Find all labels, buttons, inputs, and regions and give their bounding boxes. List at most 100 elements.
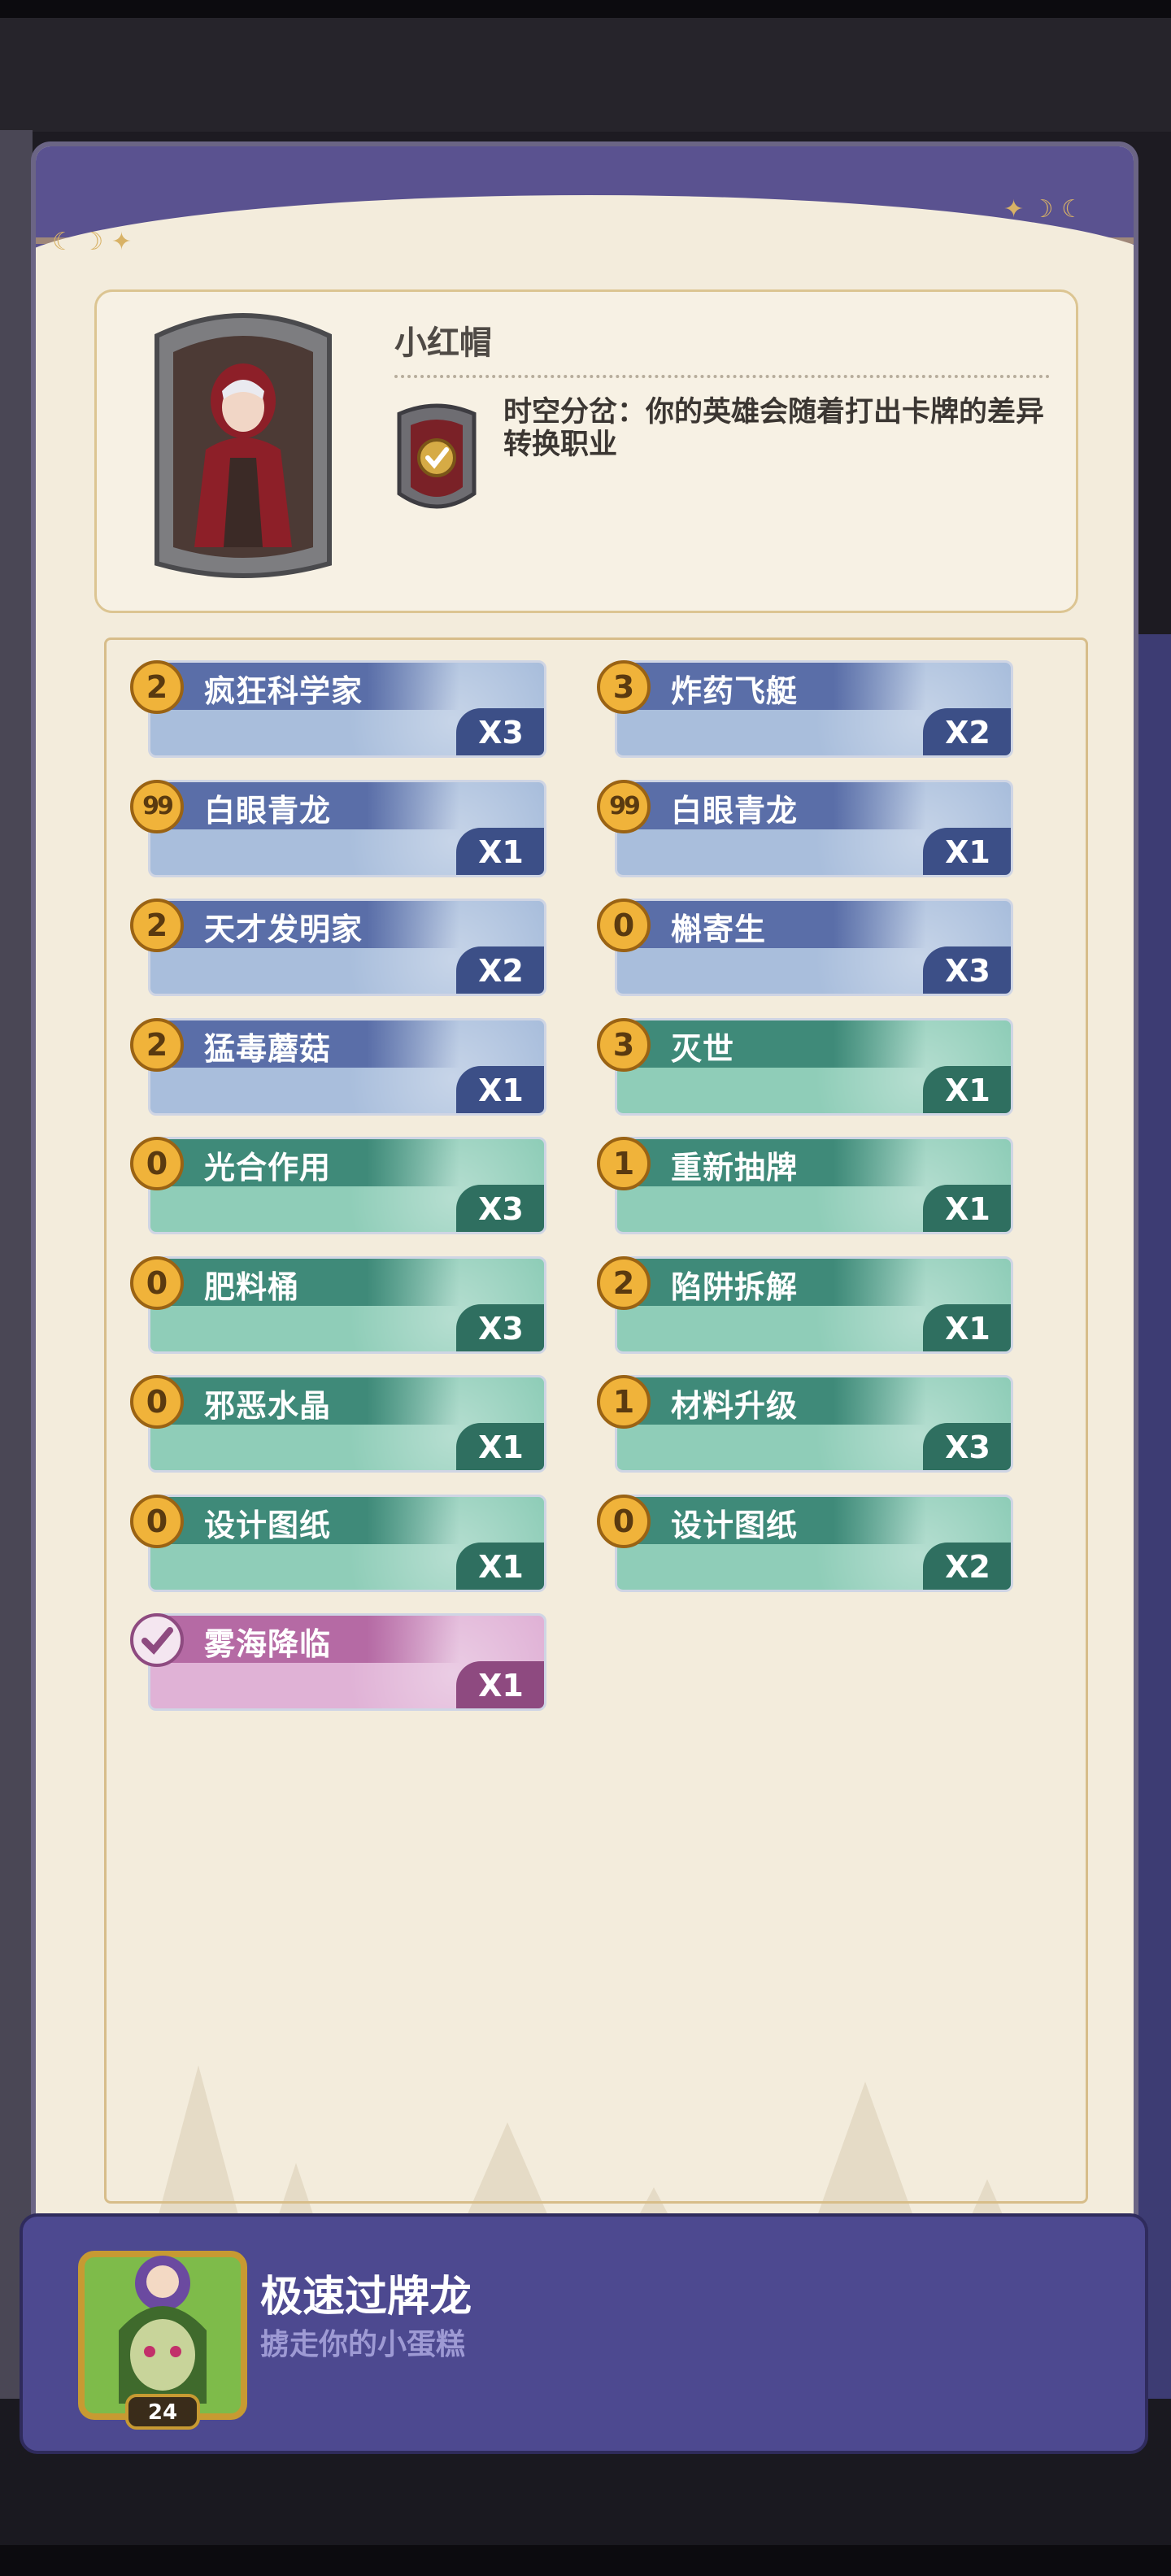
card-count: X2 (923, 708, 1011, 755)
card-cost: 0 (130, 1137, 184, 1190)
card-cost: 0 (597, 1494, 651, 1548)
deck-card[interactable]: 邪恶水晶 X1 0 (130, 1375, 548, 1473)
card-frame: 设计图纸 X1 (148, 1494, 546, 1592)
nav-bar (0, 2545, 1171, 2576)
card-frame: 白眼青龙 X1 (148, 779, 546, 877)
deck-name: 极速过牌龙 (260, 2273, 472, 2321)
deck-card[interactable]: 天才发明家 X2 2 (130, 899, 548, 996)
card-cost: 0 (597, 899, 651, 952)
card-name: 槲寄生 (671, 912, 767, 947)
card-name: 邪恶水晶 (204, 1388, 332, 1424)
card-type-check-icon (130, 1613, 184, 1667)
moon-ornament-icon: ✦ ☽ ☾ (1003, 195, 1083, 224)
deck-card[interactable]: 炸药飞艇 X2 3 (597, 660, 1015, 758)
deck-avatar[interactable]: 24 (70, 2233, 257, 2436)
card-frame: 灭世 X1 (615, 1017, 1013, 1116)
card-count: X1 (923, 1303, 1011, 1351)
card-frame: 疯狂科学家 X3 (148, 660, 546, 758)
deck-card[interactable]: 陷阱拆解 X1 2 (597, 1255, 1015, 1354)
card-name: 光合作用 (204, 1150, 332, 1186)
deck-card[interactable]: 重新抽牌 X1 1 (597, 1137, 1015, 1234)
card-count: X1 (456, 1661, 544, 1708)
deck-card[interactable]: 灭世 X1 3 (597, 1017, 1015, 1116)
deck-footer[interactable]: 24 极速过牌龙 掳走你的小蛋糕 (20, 2213, 1148, 2454)
card-count: X1 (456, 827, 544, 875)
card-cost: 3 (597, 660, 651, 714)
card-count: X3 (456, 708, 544, 755)
card-name: 陷阱拆解 (671, 1268, 799, 1305)
background-top (0, 18, 1171, 132)
card-name: 白眼青龙 (204, 792, 332, 829)
card-cost: 2 (130, 1017, 184, 1072)
card-name: 雾海降临 (204, 1626, 332, 1662)
deck-level: 24 (148, 2400, 177, 2425)
deck-card[interactable]: 白眼青龙 X1 99 (597, 779, 1015, 877)
hero-name: 小红帽 (394, 324, 492, 362)
card-count: X1 (456, 1065, 544, 1113)
card-count: X1 (456, 1423, 544, 1470)
status-bar (0, 0, 1171, 18)
card-frame: 陷阱拆解 X1 (615, 1255, 1013, 1354)
card-name-bar (150, 1258, 459, 1306)
card-cost: 2 (597, 1255, 651, 1310)
deck-card[interactable]: 雾海降临 X1 (130, 1613, 548, 1711)
deck-card[interactable]: 光合作用 X3 0 (130, 1137, 548, 1234)
background-left-panel (0, 130, 33, 2423)
card-count: X3 (923, 946, 1011, 994)
card-frame: 材料升级 X3 (615, 1375, 1013, 1473)
deck-card[interactable]: 设计图纸 X1 0 (130, 1494, 548, 1592)
deck-card[interactable]: 槲寄生 X3 0 (597, 899, 1015, 996)
card-name: 肥料桶 (204, 1268, 300, 1305)
hero-portrait[interactable] (141, 303, 346, 580)
card-frame: 槲寄生 X3 (615, 899, 1013, 996)
card-cost: 0 (130, 1375, 184, 1429)
card-cost: 1 (597, 1137, 651, 1190)
card-cost: 99 (597, 779, 651, 833)
card-frame: 设计图纸 X2 (615, 1494, 1013, 1592)
card-count: X3 (456, 1303, 544, 1351)
card-frame: 雾海降临 X1 (148, 1613, 546, 1711)
card-name: 材料升级 (671, 1388, 799, 1424)
talent-shield-icon[interactable] (391, 398, 482, 521)
card-count: X1 (923, 827, 1011, 875)
card-name: 猛毒蘑菇 (204, 1030, 332, 1067)
card-cost: 0 (130, 1494, 184, 1548)
card-count: X3 (923, 1423, 1011, 1470)
card-name: 重新抽牌 (671, 1150, 799, 1186)
card-frame: 炸药飞艇 X2 (615, 660, 1013, 758)
deck-card[interactable]: 肥料桶 X3 0 (130, 1255, 548, 1354)
card-name: 天才发明家 (204, 912, 363, 947)
card-count: X2 (923, 1542, 1011, 1590)
card-frame: 光合作用 X3 (148, 1137, 546, 1234)
card-count: X2 (456, 946, 544, 994)
card-frame: 白眼青龙 X1 (615, 779, 1013, 877)
deck-card[interactable]: 设计图纸 X2 0 (597, 1494, 1015, 1592)
deck-card[interactable]: 猛毒蘑菇 X1 2 (130, 1017, 548, 1116)
card-name-bar (617, 901, 926, 948)
card-cost: 2 (130, 660, 184, 714)
deck-card[interactable]: 白眼青龙 X1 99 (130, 779, 548, 877)
card-count: X1 (923, 1065, 1011, 1113)
card-cost: 1 (597, 1375, 651, 1429)
card-name: 设计图纸 (204, 1507, 332, 1543)
card-frame: 肥料桶 X3 (148, 1255, 546, 1354)
card-frame: 邪恶水晶 X1 (148, 1375, 546, 1473)
card-frame: 天才发明家 X2 (148, 899, 546, 996)
card-count: X1 (923, 1185, 1011, 1232)
card-name: 疯狂科学家 (204, 673, 363, 709)
hero-card[interactable]: 小红帽 时空分岔：你的英雄会随着打出卡牌的差异转换职业 (94, 289, 1078, 613)
card-name: 炸药飞艇 (671, 673, 799, 709)
deck-card[interactable]: 材料升级 X3 1 (597, 1375, 1015, 1473)
moon-ornament-icon: ☾ ☽ ✦ (52, 228, 132, 256)
card-count: X1 (456, 1542, 544, 1590)
card-name-bar (617, 1020, 926, 1068)
card-cost: 99 (130, 779, 184, 833)
card-frame: 重新抽牌 X1 (615, 1137, 1013, 1234)
card-cost: 0 (130, 1255, 184, 1310)
deck-card[interactable]: 疯狂科学家 X3 2 (130, 660, 548, 758)
divider (394, 375, 1050, 378)
card-name: 设计图纸 (671, 1507, 799, 1543)
card-frame: 猛毒蘑菇 X1 (148, 1017, 546, 1116)
card-count: X3 (456, 1185, 544, 1232)
card-name: 白眼青龙 (671, 792, 799, 829)
